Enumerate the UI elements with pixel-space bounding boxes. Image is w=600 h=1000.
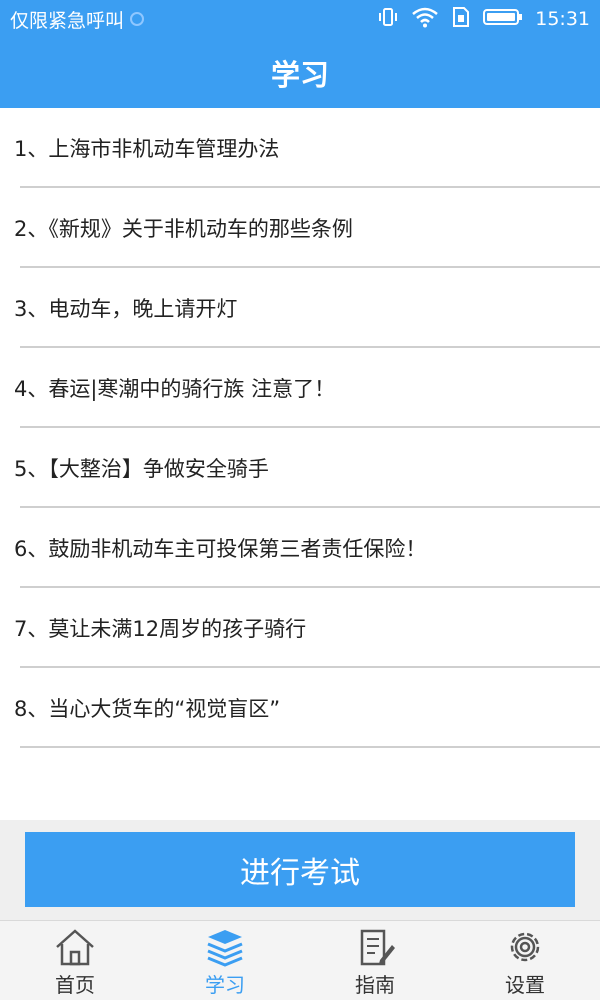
start-exam-button[interactable]: 进行考试	[25, 832, 575, 907]
tab-settings[interactable]: 设置	[450, 921, 600, 1000]
article-item-4[interactable]: 4、春运|寒潮中的骑行族 注意了！	[0, 348, 600, 428]
article-item-6[interactable]: 6、鼓励非机动车主可投保第三者责任保险！	[0, 508, 600, 588]
wifi-icon	[411, 6, 439, 33]
article-item-8[interactable]: 8、当心大货车的“视觉盲区”	[0, 668, 600, 748]
books-icon	[202, 927, 248, 967]
vibrate-icon	[377, 6, 399, 33]
article-item-1[interactable]: 1、上海市非机动车管理办法	[0, 108, 600, 188]
article-list: 1、上海市非机动车管理办法 2、《新规》关于非机动车的那些条例 3、电动车，晚上…	[0, 108, 600, 820]
article-title: 8、当心大货车的“视觉盲区”	[14, 697, 281, 721]
tab-label: 设置	[505, 973, 545, 997]
guide-icon	[352, 927, 398, 967]
article-title: 6、鼓励非机动车主可投保第三者责任保险！	[14, 537, 427, 561]
article-title: 4、春运|寒潮中的骑行族 注意了！	[14, 377, 336, 401]
article-title: 2、《新规》关于非机动车的那些条例	[14, 217, 353, 241]
exam-area: 进行考试	[0, 820, 600, 920]
clock-time: 15:31	[535, 8, 590, 30]
article-item-3[interactable]: 3、电动车，晚上请开灯	[0, 268, 600, 348]
article-title: 3、电动车，晚上请开灯	[14, 297, 238, 321]
status-bar: 仅限紧急呼叫 15:31	[0, 0, 600, 38]
article-title: 1、上海市非机动车管理办法	[14, 137, 280, 161]
page-title-bar: 学习	[0, 38, 600, 108]
status-left: 仅限紧急呼叫	[10, 6, 145, 33]
sim-icon	[451, 6, 471, 33]
page-title: 学习	[270, 58, 329, 92]
article-item-2[interactable]: 2、《新规》关于非机动车的那些条例	[0, 188, 600, 268]
article-title: 7、莫让未满12周岁的孩子骑行	[14, 617, 307, 641]
divider	[20, 746, 600, 748]
tab-home[interactable]: 首页	[0, 921, 150, 1000]
tab-label: 指南	[355, 973, 395, 997]
battery-icon	[483, 7, 523, 32]
carrier-text: 仅限紧急呼叫	[10, 9, 125, 32]
tab-guide[interactable]: 指南	[300, 921, 450, 1000]
home-icon	[52, 927, 98, 967]
tab-label: 首页	[55, 973, 95, 997]
bottom-tab-bar: 首页 学习 指南 设置	[0, 920, 600, 1000]
tab-label: 学习	[205, 973, 245, 997]
location-icon	[130, 12, 145, 26]
status-right: 15:31	[377, 6, 590, 33]
tab-study[interactable]: 学习	[150, 921, 300, 1000]
article-item-5[interactable]: 5、【大整治】争做安全骑手	[0, 428, 600, 508]
article-item-7[interactable]: 7、莫让未满12周岁的孩子骑行	[0, 588, 600, 668]
gear-icon	[502, 927, 548, 967]
article-title: 5、【大整治】争做安全骑手	[14, 457, 269, 481]
